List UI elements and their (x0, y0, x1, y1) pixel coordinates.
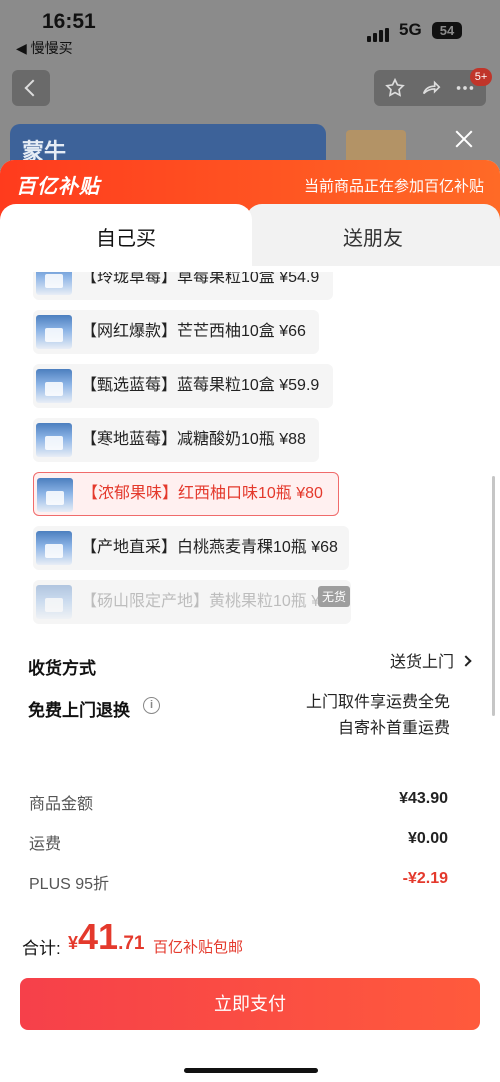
plus-discount-value: -¥2.19 (402, 870, 448, 887)
goods-amount-value: ¥43.90 (399, 790, 448, 807)
chevron-right-icon (460, 655, 472, 667)
info-icon[interactable]: i (143, 697, 160, 714)
product-thumbnail (36, 423, 72, 457)
product-thumbnail (36, 531, 72, 565)
variant-label: 【甄选蓝莓】蓝莓果粒10盒 ¥59.9 (81, 377, 320, 394)
total-amount: ¥41.71 (68, 916, 144, 958)
variant-label: 【浓郁果味】红西柚口味10瓶 ¥80 (82, 485, 323, 502)
shipping-value: ¥0.00 (407, 830, 448, 847)
total-integer: 41 (78, 916, 119, 957)
star-icon (385, 77, 405, 97)
returns-value: 上门取件享运费全免 自寄补首重运费 (306, 690, 450, 742)
delivery-label: 收货方式 (28, 659, 96, 678)
page-back-button (12, 70, 50, 106)
product-thumbnail (36, 315, 72, 349)
shipping-label: 运费 (29, 836, 62, 853)
variant-label: 【网红爆款】芒芒西柚10盒 ¥66 (81, 323, 306, 340)
tab-label: 送朋友 (343, 228, 403, 250)
total-currency: ¥ (68, 933, 79, 953)
back-to-app-link[interactable]: ◀ 慢慢买 (16, 38, 73, 58)
total-note: 百亿补贴包邮 (153, 939, 244, 956)
variant-option[interactable]: 【玲珑草莓】草莓果粒10盒 ¥54.9 (33, 272, 333, 300)
goods-amount-label: 商品金额 (29, 796, 94, 813)
message-badge: 5+ (470, 68, 492, 86)
plus-discount-label: PLUS 95折 (29, 876, 110, 893)
total-label: 合计: (22, 939, 61, 958)
background-thumbnail (346, 130, 406, 164)
variant-label: 【产地直采】白桃燕麦青稞10瓶 ¥68 (81, 539, 338, 556)
variant-label: 【玲珑草莓】草莓果粒10盒 ¥54.9 (81, 272, 320, 286)
background-page: 16:51 ◀ 慢慢买 5G 54 5+ 蒙牛 (0, 0, 500, 170)
share-icon (422, 80, 441, 95)
returns-value-line1: 上门取件享运费全免 (305, 694, 450, 711)
total-decimal: .71 (118, 933, 145, 954)
status-time: 16:51 (42, 10, 96, 33)
variant-label: 【寒地蓝莓】减糖酸奶10瓶 ¥88 (81, 431, 306, 448)
subsidy-note: 当前商品正在参加百亿补贴 (303, 178, 484, 195)
variant-option-disabled: 【砀山限定产地】黄桃果粒10瓶 ¥68 (33, 580, 351, 624)
tab-send-friend[interactable]: 送朋友 (246, 204, 500, 266)
variant-option[interactable]: 【产地直采】白桃燕麦青稞10瓶 ¥68 (33, 526, 349, 570)
price-summary-card: 商品金额 ¥43.90 运费 ¥0.00 PLUS 95折 -¥2.19 (12, 768, 488, 928)
returns-value-line2: 自寄补首重运费 (337, 720, 450, 737)
checkout-footer: 合计: ¥41.71 百亿补贴包邮 立即支付 (0, 906, 500, 1082)
purchase-tabs: 送朋友 自己买 (0, 204, 500, 268)
product-thumbnail (36, 369, 72, 403)
battery-icon: 54 (432, 22, 462, 39)
variant-option[interactable]: 【甄选蓝莓】蓝莓果粒10盒 ¥59.9 (33, 364, 333, 408)
home-indicator[interactable] (184, 1068, 318, 1073)
tab-buy-self[interactable]: 自己买 (0, 204, 252, 268)
scrollbar[interactable] (492, 476, 495, 716)
status-bar: 16:51 ◀ 慢慢买 5G 54 (0, 0, 500, 56)
close-icon[interactable] (450, 126, 478, 154)
delivery-value: 送货上门 (389, 654, 454, 671)
variant-option-selected[interactable]: 【浓郁果味】红西柚口味10瓶 ¥80 (33, 472, 339, 516)
signal-icon (367, 24, 391, 42)
product-thumbnail (36, 585, 72, 619)
checkout-sheet: 百亿补贴 当前商品正在参加百亿补贴 送朋友 自己买 【玲珑草莓】草莓果粒10盒 … (0, 160, 500, 1082)
variant-option[interactable]: 【寒地蓝莓】减糖酸奶10瓶 ¥88 (33, 418, 319, 462)
subsidy-logo: 百亿补贴 (16, 176, 100, 198)
product-thumbnail (36, 272, 72, 295)
pay-now-button[interactable]: 立即支付 (20, 978, 480, 1030)
delivery-method-selector[interactable]: 送货上门 (389, 650, 472, 676)
returns-label: 免费上门退换 (28, 701, 130, 720)
variant-option[interactable]: 【网红爆款】芒芒西柚10盒 ¥66 (33, 310, 319, 354)
product-thumbnail (37, 478, 73, 512)
network-type: 5G (399, 20, 422, 39)
variant-list: 【玲珑草莓】草莓果粒10盒 ¥54.9 【网红爆款】芒芒西柚10盒 ¥66 【甄… (0, 272, 500, 640)
variant-label: 【砀山限定产地】黄桃果粒10瓶 ¥68 (81, 593, 338, 610)
tab-label: 自己买 (96, 228, 156, 250)
sold-out-tag: 无货 (318, 586, 351, 607)
